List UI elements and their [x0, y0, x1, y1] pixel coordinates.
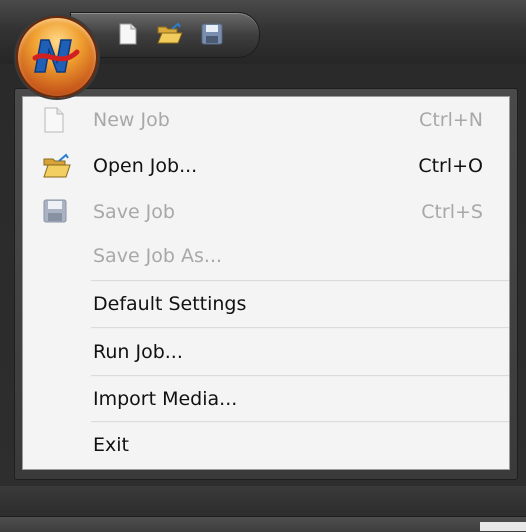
menu-separator	[91, 421, 509, 423]
application-menu-button[interactable]	[16, 16, 98, 98]
new-document-icon	[119, 23, 137, 45]
open-folder-icon	[157, 23, 183, 44]
application-window: New Job Ctrl+N Open Job... Ctrl+O Save J…	[0, 0, 526, 532]
menu-item-default-settings[interactable]: Default Settings	[23, 283, 509, 329]
qat-open-job-button[interactable]	[157, 21, 183, 47]
qat-save-job-button[interactable]	[199, 21, 225, 47]
menu-item-shortcut: Ctrl+O	[418, 155, 483, 177]
menu-item-label: New Job	[93, 109, 170, 131]
menu-item-save-job[interactable]: Save Job Ctrl+S	[23, 191, 509, 237]
menu-item-import-media[interactable]: Import Media...	[23, 378, 509, 424]
menu-item-label: Save Job	[93, 201, 175, 223]
new-document-icon	[43, 107, 69, 135]
save-disk-icon	[43, 199, 69, 227]
app-logo-icon	[32, 39, 80, 73]
menu-item-exit[interactable]: Exit	[23, 424, 509, 470]
save-disk-icon	[201, 23, 223, 45]
menu-separator	[91, 280, 509, 282]
qat-new-job-button[interactable]	[115, 21, 141, 47]
menu-item-label: Import Media...	[93, 388, 238, 410]
menu-separator	[91, 375, 509, 377]
status-bar	[0, 516, 526, 532]
window-corner	[480, 522, 526, 531]
menu-item-label: Exit	[93, 434, 129, 456]
quick-access-toolbar	[70, 12, 260, 58]
open-folder-icon	[43, 153, 71, 181]
menu-item-save-job-as[interactable]: Save Job As...	[23, 235, 509, 281]
application-menu: New Job Ctrl+N Open Job... Ctrl+O Save J…	[22, 96, 510, 470]
menu-item-shortcut: Ctrl+N	[419, 109, 483, 131]
menu-separator	[91, 327, 509, 329]
menu-item-label: Run Job...	[93, 341, 183, 363]
menu-item-label: Save Job As...	[93, 245, 223, 267]
menu-item-open-job[interactable]: Open Job... Ctrl+O	[23, 145, 509, 191]
menu-item-shortcut: Ctrl+S	[421, 201, 483, 223]
menu-item-label: Default Settings	[93, 293, 247, 315]
menu-item-run-job[interactable]: Run Job...	[23, 331, 509, 377]
menu-item-new-job[interactable]: New Job Ctrl+N	[23, 99, 509, 145]
menu-item-label: Open Job...	[93, 155, 198, 177]
